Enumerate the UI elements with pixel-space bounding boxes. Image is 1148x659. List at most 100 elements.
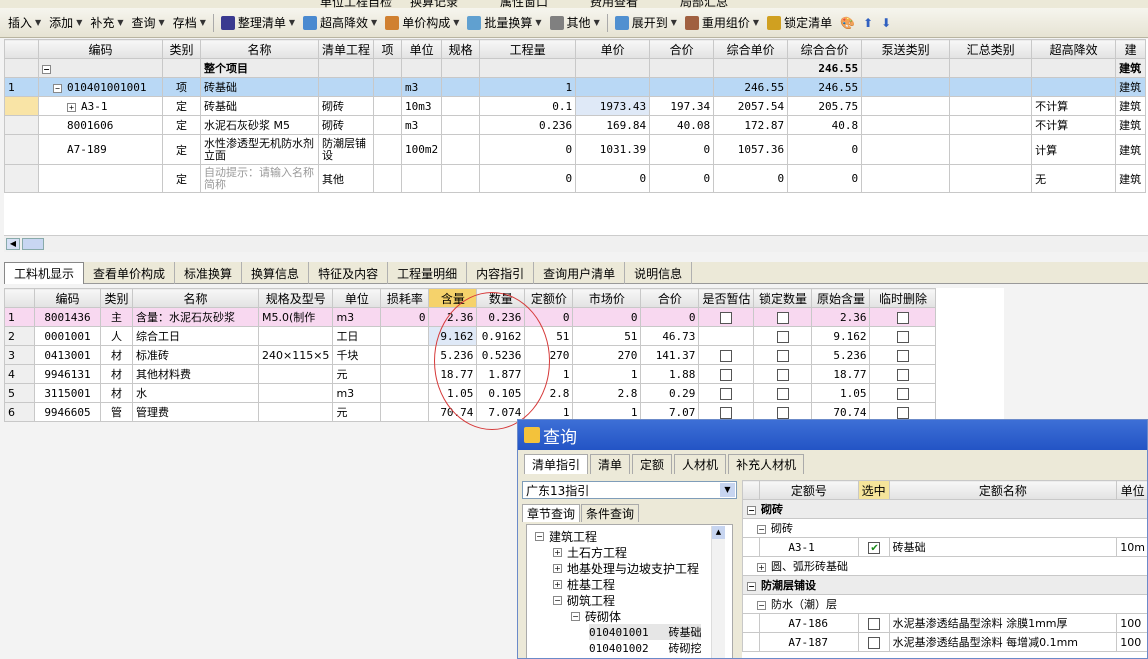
- checkbox-lock[interactable]: [776, 368, 789, 381]
- paint-icon[interactable]: 🎨: [836, 12, 859, 34]
- cell-idx[interactable]: 4: [4, 364, 35, 384]
- collapse-box-icon[interactable]: −: [42, 64, 51, 74]
- bill-row[interactable]: A7-189 定 水性渗透型无机防水剂 立面 防潮层铺设 100m2 0 1031.39 0 1…: [4, 134, 1147, 165]
- top-tool-0[interactable]: 单位工程自检: [320, 0, 392, 8]
- col-header[interactable]: 单位: [332, 288, 382, 308]
- toolbar-btn-6[interactable]: 超高降效 ▼: [299, 12, 381, 34]
- dialog-tab-0[interactable]: 清单指引: [524, 454, 589, 474]
- col-header[interactable]: 临时删除: [869, 288, 937, 308]
- bill-row[interactable]: + A3-1 定 砖基础 砌砖 10m3 0.1 1973.43 197.34 2057.54 20…: [4, 96, 1147, 116]
- checkbox-est[interactable]: [720, 311, 733, 324]
- toolbar-btn-9[interactable]: 其他 ▼: [546, 12, 604, 34]
- dialog-tab-2[interactable]: 定额: [632, 454, 673, 474]
- tab-1[interactable]: 查看单价构成: [84, 262, 176, 284]
- toolbar-btn-2[interactable]: 补充 ▼: [86, 12, 127, 34]
- col-header[interactable]: 汇总类别: [949, 39, 1033, 59]
- cell-idx[interactable]: 6: [4, 402, 35, 422]
- col-header[interactable]: 锁定数量: [753, 288, 813, 308]
- checkbox-est[interactable]: [720, 349, 733, 362]
- toolbar-btn-12[interactable]: 锁定清单: [763, 12, 836, 34]
- tree-scrollbar[interactable]: ▲: [711, 526, 725, 658]
- tree-node[interactable]: 010401002 砖砌挖: [589, 640, 701, 656]
- col-header[interactable]: 编码: [34, 288, 101, 308]
- collapse-box-icon[interactable]: −: [757, 601, 766, 610]
- checkbox-del[interactable]: [896, 406, 909, 419]
- dialog-titlebar[interactable]: 查询: [518, 420, 1147, 450]
- expand-box-icon[interactable]: +: [67, 102, 76, 112]
- col-header[interactable]: 合价: [649, 39, 715, 59]
- col-header[interactable]: 选中: [857, 480, 890, 500]
- col-header[interactable]: 超高降效: [1031, 39, 1117, 59]
- collapse-box-icon[interactable]: −: [747, 506, 756, 515]
- expand-box-icon[interactable]: +: [553, 547, 562, 557]
- cell-idx[interactable]: [4, 96, 39, 116]
- cell-select[interactable]: [857, 613, 890, 633]
- collapse-box-icon[interactable]: −: [571, 611, 580, 621]
- dialog-tab-4[interactable]: 补充人材机: [728, 454, 805, 474]
- quota-row[interactable]: − 砌砖: [742, 518, 1147, 538]
- toolbar-btn-7[interactable]: 单价构成 ▼: [381, 12, 463, 34]
- cell-idx[interactable]: 3: [4, 345, 35, 365]
- top-tool-4[interactable]: 局部汇总: [680, 0, 728, 8]
- subtab-1[interactable]: 条件查询: [581, 504, 640, 522]
- checkbox-lock[interactable]: [776, 349, 789, 362]
- col-header[interactable]: 综合单价: [713, 39, 789, 59]
- collapse-box-icon[interactable]: −: [747, 582, 756, 591]
- tab-7[interactable]: 查询用户清单: [534, 262, 626, 284]
- guide-select[interactable]: 广东13指引 ▼: [522, 481, 737, 499]
- cell-idx[interactable]: 2: [4, 326, 35, 346]
- bill-row[interactable]: 定 自动提示：请输入名称简称 其他 0 0 0 0 0 无 建筑: [4, 164, 1147, 193]
- select-checkbox[interactable]: [867, 636, 880, 649]
- toolbar-btn-10[interactable]: 展开到 ▼: [611, 12, 681, 34]
- col-header[interactable]: 清单工程: [317, 39, 375, 59]
- subtab-0[interactable]: 章节查询: [522, 504, 581, 522]
- col-header[interactable]: 名称: [200, 39, 319, 59]
- scroll-thumb[interactable]: [22, 238, 44, 250]
- horizontal-scrollbar[interactable]: ◀: [4, 235, 1148, 252]
- quota-row[interactable]: − 砌砖: [742, 499, 1147, 519]
- quota-row[interactable]: A3-1 砖基础 10m: [742, 537, 1147, 557]
- col-header[interactable]: 定额价: [524, 288, 574, 308]
- col-header[interactable]: 是否暂估: [698, 288, 755, 308]
- tab-2[interactable]: 标准换算: [175, 262, 243, 284]
- checkbox-lock[interactable]: [776, 330, 789, 343]
- toolbar-btn-8[interactable]: 批量换算 ▼: [463, 12, 545, 34]
- col-header[interactable]: 定额名称: [888, 480, 1118, 500]
- scroll-left-icon[interactable]: ◀: [6, 238, 20, 250]
- collapse-box-icon[interactable]: −: [553, 595, 562, 605]
- checkbox-est[interactable]: [720, 406, 733, 419]
- tree-node[interactable]: − 建筑工程: [535, 528, 597, 544]
- arrow-down-icon[interactable]: ⬇: [877, 12, 895, 34]
- tab-3[interactable]: 换算信息: [242, 262, 310, 284]
- checkbox-del[interactable]: [896, 311, 909, 324]
- tree-node[interactable]: − 砖砌体: [571, 608, 621, 624]
- expand-box-icon[interactable]: +: [553, 579, 562, 589]
- toolbar-btn-5[interactable]: 整理清单 ▼: [217, 12, 299, 34]
- select-checkbox[interactable]: [867, 541, 880, 554]
- cell-idx[interactable]: 5: [4, 383, 35, 403]
- checkbox-lock[interactable]: [776, 387, 789, 400]
- tree-node[interactable]: + 土石方工程: [553, 544, 627, 560]
- tree-node[interactable]: + 桩基工程: [553, 576, 615, 592]
- expand-box-icon[interactable]: +: [553, 563, 562, 573]
- cell-idx[interactable]: 1: [4, 77, 39, 97]
- col-header[interactable]: 综合合价: [787, 39, 863, 59]
- col-header[interactable]: 编码: [38, 39, 163, 59]
- bill-row[interactable]: 8001606 定 水泥石灰砂浆 M5 砌砖 m3 0.236 169.84 40.08 172…: [4, 115, 1147, 135]
- collapse-box-icon[interactable]: −: [757, 525, 766, 534]
- cell-idx[interactable]: [4, 164, 39, 193]
- tree-node[interactable]: − 砌筑工程: [553, 592, 615, 608]
- top-tool-1[interactable]: 换算记录: [410, 0, 458, 8]
- col-header[interactable]: [742, 480, 761, 500]
- toolbar-btn-3[interactable]: 查询 ▼: [128, 12, 169, 34]
- tab-8[interactable]: 说明信息: [625, 262, 693, 284]
- collapse-box-icon[interactable]: −: [53, 83, 62, 93]
- checkbox-lock[interactable]: [776, 311, 789, 324]
- tree-node[interactable]: 010401001 砖基础: [589, 624, 702, 640]
- top-tool-3[interactable]: 费用查看: [590, 0, 638, 8]
- col-header[interactable]: 单位: [1116, 480, 1147, 500]
- quota-row[interactable]: + 圆、弧形砖基础: [742, 556, 1147, 576]
- expand-box-icon[interactable]: +: [757, 563, 766, 572]
- tab-4[interactable]: 特征及内容: [309, 262, 389, 284]
- cell-idx[interactable]: [4, 134, 39, 165]
